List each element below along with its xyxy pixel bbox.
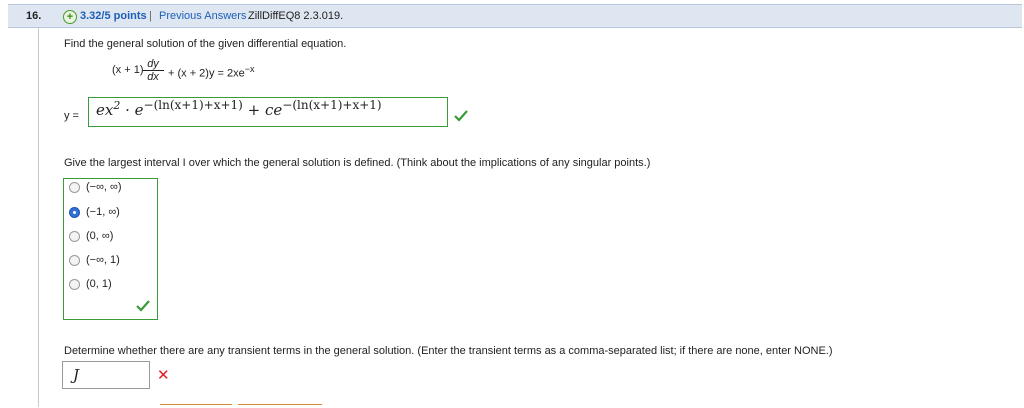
option-label-4: (−∞, 1) [86, 254, 120, 266]
option-label-1: (−∞, ∞) [86, 181, 122, 193]
interval-options-box [63, 178, 158, 320]
question-header: 16. + 3.32/5 points | Previous Answers Z… [8, 4, 1022, 28]
radio-option-5[interactable] [69, 279, 80, 290]
expand-plus-icon[interactable]: + [63, 10, 77, 24]
derivative-fraction: dy dx [142, 59, 164, 83]
button-edge-2[interactable] [238, 404, 322, 408]
header-separator: | [149, 10, 152, 22]
radio-option-1[interactable] [69, 182, 80, 193]
previous-answers-link[interactable]: Previous Answers [159, 10, 246, 22]
dy: dy [142, 59, 164, 71]
left-divider [38, 27, 39, 407]
points-score: 3.32/5 points [80, 10, 147, 22]
question-id: ZillDiffEQ8 2.3.019. [248, 10, 344, 22]
equation-right: + (x + 2)y = 2xe−x [168, 64, 255, 80]
option-label-2: (−1, ∞) [86, 206, 120, 218]
option-label-5: (0, 1) [86, 278, 112, 290]
radio-option-4[interactable] [69, 255, 80, 266]
incorrect-x-icon: ✕ [157, 367, 170, 384]
dx: dx [147, 71, 159, 83]
problem-prompt: Find the general solution of the given d… [64, 38, 347, 50]
radio-option-2[interactable] [69, 207, 80, 218]
answer-y-expression: ex2 · e−(ln(x+1)+x+1) + ce−(ln(x+1)+x+1) [96, 98, 382, 119]
equation-left: (x + 1) [112, 64, 144, 76]
option-label-3: (0, ∞) [86, 230, 114, 242]
interval-prompt: Give the largest interval I over which t… [64, 157, 651, 169]
transient-prompt: Determine whether there are any transien… [64, 345, 833, 357]
radio-option-3[interactable] [69, 231, 80, 242]
answer-label: y = [64, 110, 79, 122]
transient-terms-input[interactable]: J [62, 361, 150, 389]
question-number: 16. [26, 10, 42, 22]
button-edge-1[interactable] [160, 404, 232, 408]
correct-check-icon-2 [136, 300, 150, 312]
correct-check-icon [454, 110, 468, 122]
